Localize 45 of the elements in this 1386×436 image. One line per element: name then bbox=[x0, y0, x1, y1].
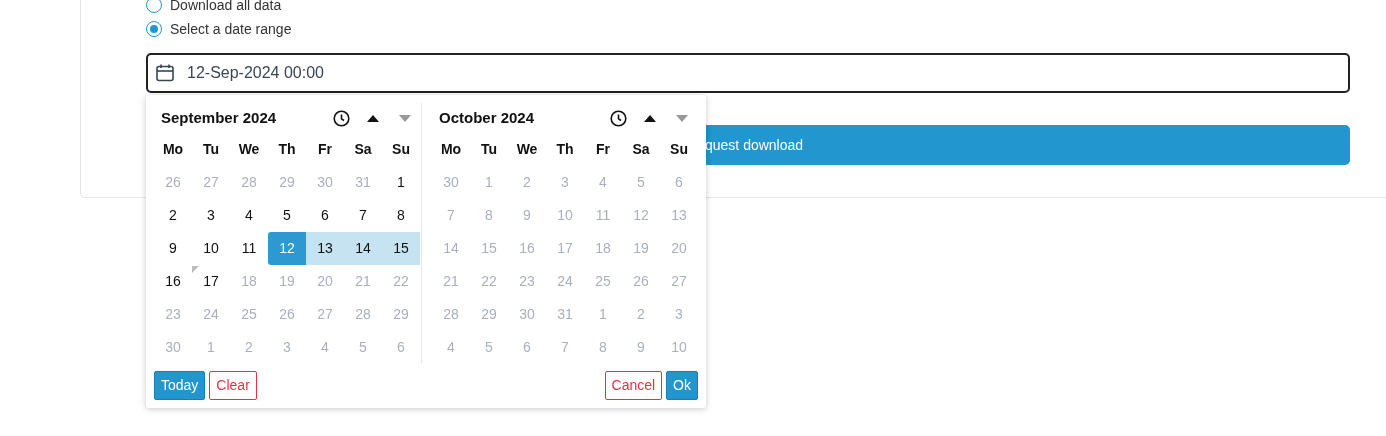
day-cell[interactable]: 4 bbox=[230, 199, 268, 232]
day-cell[interactable]: 5 bbox=[268, 199, 306, 232]
day-cell[interactable]: 17 bbox=[192, 265, 230, 298]
day-cell[interactable]: 15 bbox=[382, 232, 420, 265]
day-cell[interactable]: 1 bbox=[382, 166, 420, 199]
weekday-label: Su bbox=[391, 140, 411, 159]
day-cell[interactable]: 16 bbox=[154, 265, 192, 298]
date-field[interactable]: 12-Sep-2024 00:00 bbox=[146, 53, 1350, 93]
clock-icon[interactable] bbox=[609, 109, 627, 127]
weekday-label: Th bbox=[555, 140, 575, 159]
day-cell[interactable]: 11 bbox=[230, 232, 268, 265]
month-title: October 2024 bbox=[438, 107, 536, 128]
picker-button[interactable]: Ok bbox=[666, 371, 698, 400]
weekday-label: Tu bbox=[201, 140, 221, 159]
weekday-label: Th bbox=[277, 140, 297, 159]
weekday-label: Fr bbox=[595, 140, 611, 159]
up-arrow-icon[interactable] bbox=[644, 114, 656, 122]
day-cell[interactable]: 8 bbox=[382, 199, 420, 232]
weekday-label: Sa bbox=[353, 140, 373, 159]
option-label: Download all data bbox=[170, 0, 282, 15]
picker-button[interactable]: Today bbox=[154, 371, 206, 400]
picker-button[interactable]: Clear bbox=[209, 371, 257, 400]
day-cell[interactable]: 10 bbox=[192, 232, 230, 265]
day-cell[interactable]: 9 bbox=[154, 232, 192, 265]
day-cell[interactable]: 13 bbox=[306, 232, 344, 265]
day-cell[interactable]: 2 bbox=[154, 199, 192, 232]
month-title: September 2024 bbox=[160, 107, 278, 128]
request-download-button[interactable]: quest download bbox=[705, 125, 1350, 165]
up-arrow-icon[interactable] bbox=[367, 114, 379, 122]
weekday-label: Tu bbox=[479, 140, 499, 159]
day-cell[interactable]: 6 bbox=[306, 199, 344, 232]
day-cell[interactable]: 7 bbox=[344, 199, 382, 232]
weekday-label: Mo bbox=[161, 140, 185, 159]
weekday-label: We bbox=[515, 140, 539, 159]
weekday-label: Su bbox=[669, 140, 689, 159]
weekday-label: Mo bbox=[439, 140, 463, 159]
picker-button[interactable]: Cancel bbox=[604, 371, 663, 400]
weekday-label: We bbox=[237, 140, 261, 159]
day-cell[interactable]: 14 bbox=[344, 232, 382, 265]
weekday-label: Sa bbox=[631, 140, 651, 159]
day-cell[interactable]: 12 bbox=[268, 232, 306, 265]
weekday-label: Fr bbox=[317, 140, 333, 159]
day-cell[interactable]: 3 bbox=[192, 199, 230, 232]
clock-icon[interactable] bbox=[332, 109, 350, 127]
option-label: Select a date range bbox=[170, 19, 292, 39]
